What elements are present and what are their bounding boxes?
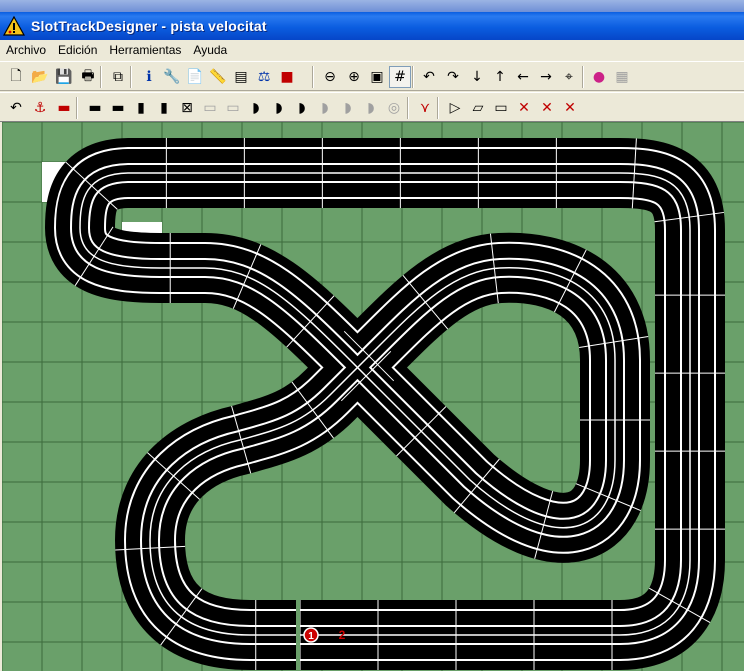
- toolbar-separator: [130, 66, 132, 88]
- print-icon[interactable]: 🖶: [77, 66, 99, 88]
- curve-1-icon[interactable]: ◗: [245, 97, 267, 119]
- fit-page-icon[interactable]: ▣: [366, 66, 388, 88]
- curve-disabled-3-icon[interactable]: ◗: [360, 97, 382, 119]
- delete-3-icon[interactable]: ✕: [559, 97, 581, 119]
- track-canvas[interactable]: 12: [2, 122, 744, 671]
- open-folder-icon[interactable]: 📂: [29, 66, 51, 88]
- info-icon[interactable]: ℹ: [138, 66, 160, 88]
- curve-disabled-1-icon[interactable]: ◗: [314, 97, 336, 119]
- arrow-down-icon[interactable]: ↓: [466, 66, 488, 88]
- window-top-edge: [0, 0, 744, 12]
- straight-half-icon[interactable]: ▮: [153, 97, 175, 119]
- marker-2-label: 2: [339, 628, 346, 642]
- arrow-up-icon[interactable]: ↑: [489, 66, 511, 88]
- app-warning-icon: [3, 15, 25, 36]
- toolbar-separator: [407, 97, 409, 119]
- track-drawing[interactable]: 12: [2, 122, 744, 671]
- menu-herramientas[interactable]: Herramientas: [103, 43, 187, 57]
- curve-3-icon[interactable]: ◗: [291, 97, 313, 119]
- track-disabled-2-icon[interactable]: ▭: [222, 97, 244, 119]
- crossover-icon[interactable]: ⊠: [176, 97, 198, 119]
- toolbar-separator: [76, 97, 78, 119]
- toolbar-separator: [100, 66, 102, 88]
- toolbar-separator: [582, 66, 584, 88]
- menu-archivo[interactable]: Archivo: [0, 43, 52, 57]
- track-toolbar: ↶ ⚓ ▬ ▬ ▬ ▮ ▮ ⊠ ▭ ▭ ◗ ◗ ◗ ◗ ◗ ◗ ◎ ⋎ ▷ ▱ ▭ ✕ ✕ ✕: [0, 92, 744, 122]
- main-toolbar: 🗋 📂 💾 🖶 ⧉ ℹ 🔧 📄 📏 ▤ ⚖ ■ ⊖ ⊕ ▣ # ↶ ↷ ↓ ↑ ← → ⌖ ● ▦: [0, 61, 744, 91]
- delete-2-icon[interactable]: ✕: [536, 97, 558, 119]
- properties-icon[interactable]: ▦: [611, 66, 633, 88]
- menu-ayuda[interactable]: Ayuda: [187, 43, 233, 57]
- center-icon[interactable]: ⌖: [558, 66, 580, 88]
- rotate-right-icon[interactable]: ↷: [442, 66, 464, 88]
- window-title: SlotTrackDesigner - pista velocitat: [31, 18, 267, 34]
- title-bar[interactable]: SlotTrackDesigner - pista velocitat: [0, 12, 744, 40]
- toolbar-separator: [437, 97, 439, 119]
- toolbox-icon[interactable]: ▤: [230, 66, 252, 88]
- wrench-icon[interactable]: 🔧: [161, 66, 183, 88]
- menu-bar: Archivo Edición Herramientas Ayuda: [0, 40, 744, 59]
- piece-a-icon[interactable]: ▷: [444, 97, 466, 119]
- save-icon[interactable]: 💾: [53, 66, 75, 88]
- curve-2-icon[interactable]: ◗: [268, 97, 290, 119]
- junction-icon[interactable]: ⋎: [414, 97, 436, 119]
- undo-icon[interactable]: ↶: [5, 97, 27, 119]
- toolbar-separator: [312, 66, 314, 88]
- menu-edicion[interactable]: Edición: [52, 43, 103, 57]
- arrow-right-icon[interactable]: →: [535, 66, 557, 88]
- piece-c-icon[interactable]: ▭: [490, 97, 512, 119]
- zoom-in-icon[interactable]: ⊕: [343, 66, 365, 88]
- straight-short-icon[interactable]: ▮: [130, 97, 152, 119]
- track-red-icon[interactable]: ▬: [53, 97, 75, 119]
- document-icon[interactable]: 📄: [184, 66, 206, 88]
- curve-disabled-2-icon[interactable]: ◗: [337, 97, 359, 119]
- track-disabled-1-icon[interactable]: ▭: [199, 97, 221, 119]
- delete-1-icon[interactable]: ✕: [513, 97, 535, 119]
- palette-icon[interactable]: ●: [588, 66, 610, 88]
- straight-track-icon[interactable]: ▬: [84, 97, 106, 119]
- new-file-icon[interactable]: 🗋: [5, 66, 27, 88]
- curve-disabled-4-icon[interactable]: ◎: [383, 97, 405, 119]
- rotate-left-icon[interactable]: ↶: [418, 66, 440, 88]
- grid-icon[interactable]: #: [389, 66, 411, 88]
- copy-icon[interactable]: ⧉: [107, 66, 129, 88]
- scale-icon[interactable]: ⚖: [253, 66, 275, 88]
- ruler-icon[interactable]: 📏: [207, 66, 229, 88]
- anchor-icon[interactable]: ⚓: [29, 97, 51, 119]
- marker-1-label: 1: [308, 631, 314, 642]
- straight-long-icon[interactable]: ▬: [107, 97, 129, 119]
- arrow-left-icon[interactable]: ←: [512, 66, 534, 88]
- piece-b-icon[interactable]: ▱: [467, 97, 489, 119]
- toolbar-separator: [412, 66, 414, 88]
- color-icon[interactable]: ■: [276, 66, 298, 88]
- zoom-out-icon[interactable]: ⊖: [319, 66, 341, 88]
